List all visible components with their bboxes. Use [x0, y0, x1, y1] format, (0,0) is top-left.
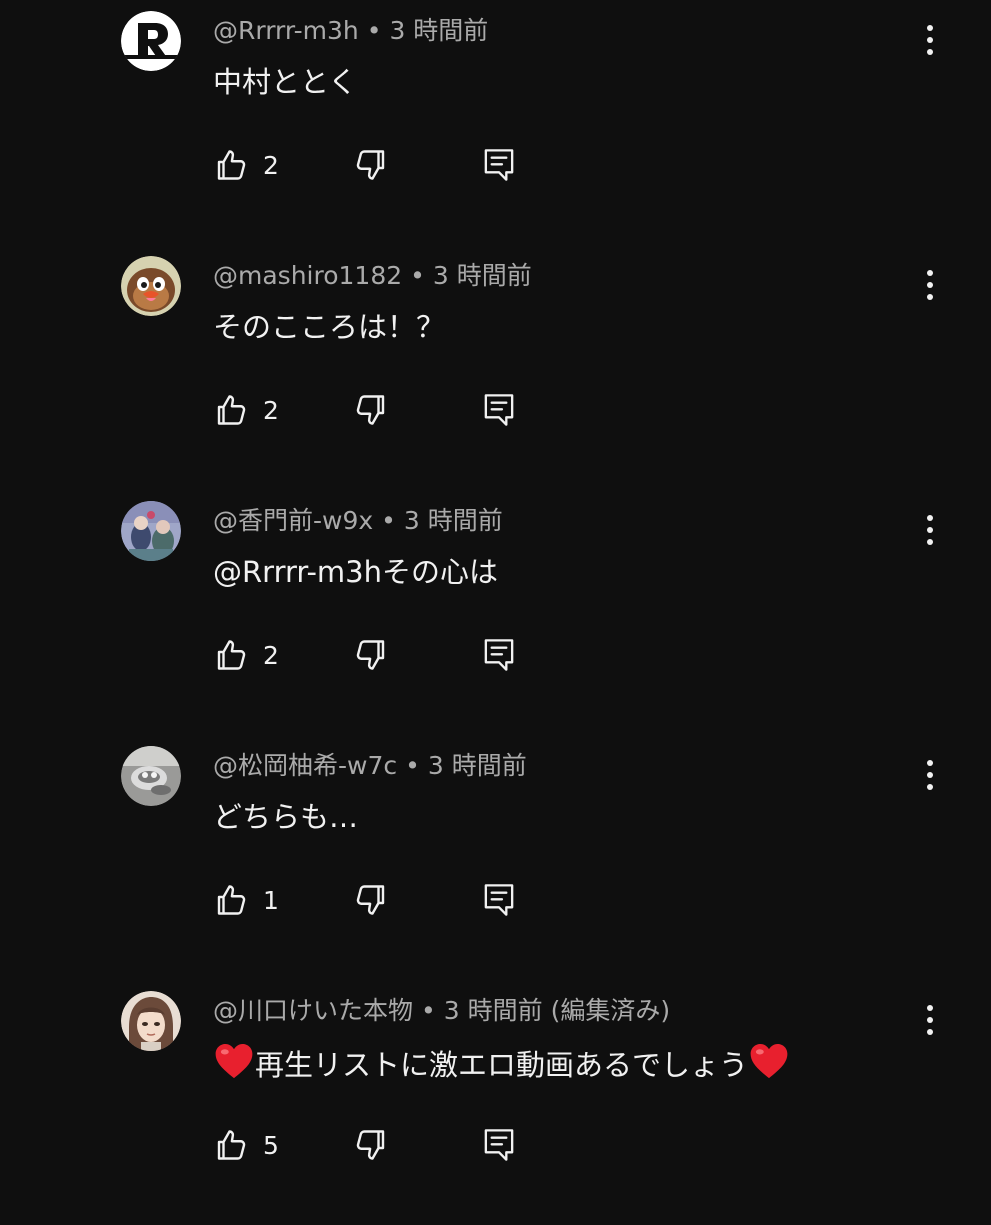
like-button[interactable]: 1	[213, 879, 279, 921]
comment-author[interactable]: @mashiro1182	[213, 261, 402, 290]
comment-author[interactable]: @松岡柚希-w7c	[213, 751, 397, 780]
comment-meta: @mashiro1182 • 3 時間前	[213, 258, 532, 294]
dislike-button[interactable]	[353, 389, 389, 431]
more-options-button[interactable]	[914, 998, 946, 1042]
reply-button[interactable]	[481, 1124, 517, 1166]
like-count: 1	[263, 885, 279, 915]
comment-meta: @香門前-w9x • 3 時間前	[213, 503, 503, 539]
thumbs-down-icon	[356, 150, 385, 180]
comment-text: 再生リストに激エロ動画あるでしょう	[213, 1041, 790, 1086]
meta-separator: •	[410, 261, 425, 290]
reply-comment-icon	[484, 394, 514, 426]
thumbs-up-icon	[217, 150, 246, 180]
thumbs-down-icon	[356, 885, 385, 915]
anime-illustration-icon	[121, 501, 181, 561]
comment-actions: 2	[213, 389, 553, 431]
comment-item: @Rrrrr-m3h • 3 時間前 中村ととく 2	[0, 0, 991, 245]
comment-actions: 2	[213, 634, 553, 676]
comment-item: @川口けいた本物 • 3 時間前 (編集済み) 再生リストに激エロ動画あるでしょう …	[0, 980, 991, 1225]
comment-meta: @松岡柚希-w7c • 3 時間前	[213, 748, 527, 784]
reply-comment-icon	[484, 884, 514, 916]
anime-face-icon	[121, 991, 181, 1051]
comment-time[interactable]: 3 時間前	[389, 16, 488, 45]
reply-button[interactable]	[481, 879, 517, 921]
meta-separator: •	[405, 751, 420, 780]
like-button[interactable]: 2	[213, 389, 279, 431]
thumbs-up-icon	[217, 640, 246, 670]
reply-comment-icon	[484, 639, 514, 671]
avatar[interactable]	[121, 501, 181, 561]
avatar[interactable]	[121, 256, 181, 316]
like-button[interactable]: 5	[213, 1124, 279, 1166]
thumbs-down-icon	[356, 395, 385, 425]
comment-text: そのこころは！？	[213, 310, 446, 344]
comment-meta: @Rrrrr-m3h • 3 時間前	[213, 13, 488, 49]
comment-actions: 5	[213, 1124, 553, 1166]
thumbs-down-icon	[356, 1130, 385, 1160]
more-options-button[interactable]	[914, 508, 946, 552]
thumbs-up-icon	[217, 885, 246, 915]
silver-object-photo-icon	[121, 746, 181, 806]
red-heart-emoji-icon	[215, 1043, 253, 1079]
like-count: 2	[263, 150, 279, 180]
thumbs-down-icon	[356, 640, 385, 670]
more-options-button[interactable]	[914, 753, 946, 797]
reply-button[interactable]	[481, 144, 517, 186]
dislike-button[interactable]	[353, 1124, 389, 1166]
comment-item: @香門前-w9x • 3 時間前 @Rrrrr-m3hその心は 2	[0, 490, 991, 735]
comment-time[interactable]: 3 時間前	[404, 506, 503, 535]
thumbs-up-icon	[217, 395, 246, 425]
more-options-button[interactable]	[914, 263, 946, 307]
comment-actions: 2	[213, 144, 553, 186]
dislike-button[interactable]	[353, 634, 389, 676]
reply-button[interactable]	[481, 634, 517, 676]
comment-time[interactable]: 3 時間前 (編集済み)	[444, 996, 670, 1025]
comment-text-body: 再生リストに激エロ動画あるでしょう	[255, 1048, 749, 1082]
dislike-button[interactable]	[353, 879, 389, 921]
comment-time[interactable]: 3 時間前	[433, 261, 532, 290]
more-vert-icon	[927, 515, 933, 545]
comment-item: @mashiro1182 • 3 時間前 そのこころは！？ 2	[0, 245, 991, 490]
comment-meta: @川口けいた本物 • 3 時間前 (編集済み)	[213, 993, 670, 1029]
avatar[interactable]	[121, 746, 181, 806]
more-vert-icon	[927, 25, 933, 55]
meta-separator: •	[366, 16, 382, 45]
avatar[interactable]	[121, 11, 181, 71]
comment-time[interactable]: 3 時間前	[428, 751, 527, 780]
avatar[interactable]	[121, 991, 181, 1051]
more-options-button[interactable]	[914, 18, 946, 62]
comment-item: @松岡柚希-w7c • 3 時間前 どちらも… 1	[0, 735, 991, 980]
like-count: 5	[263, 1130, 279, 1160]
bird-character-icon	[121, 256, 181, 316]
red-heart-emoji-icon	[750, 1043, 788, 1079]
dislike-button[interactable]	[353, 144, 389, 186]
reply-comment-icon	[484, 1129, 514, 1161]
comment-text: @Rrrrr-m3hその心は	[213, 555, 499, 589]
meta-separator: •	[381, 506, 396, 535]
meta-separator: •	[421, 996, 436, 1025]
comment-author[interactable]: @香門前-w9x	[213, 506, 373, 535]
comment-actions: 1	[213, 879, 553, 921]
more-vert-icon	[927, 270, 933, 300]
comment-text: 中村ととく	[213, 65, 358, 99]
like-count: 2	[263, 640, 279, 670]
comment-author[interactable]: @川口けいた本物	[213, 996, 413, 1025]
more-vert-icon	[927, 760, 933, 790]
letter-r-logo-icon	[121, 11, 181, 71]
thumbs-up-icon	[217, 1130, 246, 1160]
like-count: 2	[263, 395, 279, 425]
more-vert-icon	[927, 1005, 933, 1035]
comment-author[interactable]: @Rrrrr-m3h	[213, 16, 359, 45]
reply-comment-icon	[484, 149, 514, 181]
comment-text: どちらも…	[213, 800, 359, 834]
like-button[interactable]: 2	[213, 144, 279, 186]
like-button[interactable]: 2	[213, 634, 279, 676]
reply-button[interactable]	[481, 389, 517, 431]
